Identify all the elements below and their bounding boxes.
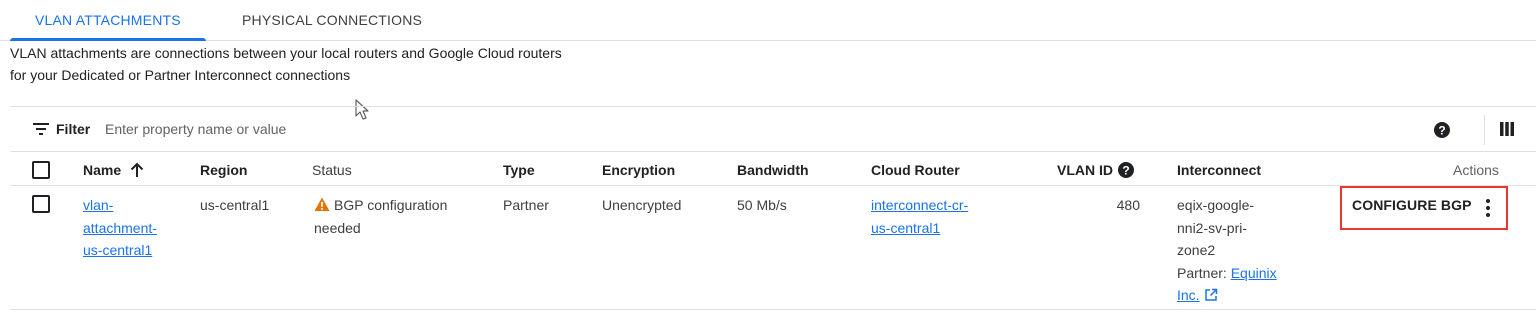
arrow-up-icon[interactable]: [129, 162, 145, 178]
cloud-router-part[interactable]: interconnect-cr-: [871, 197, 968, 213]
help-circle-icon[interactable]: ?: [1117, 161, 1135, 179]
external-link-icon[interactable]: [1204, 288, 1218, 302]
table-row: vlan- attachment- us-central1 us-central…: [10, 186, 1536, 310]
column-header-vlan-id[interactable]: VLAN ID: [1057, 162, 1113, 178]
cloud-router-part[interactable]: us-central1: [871, 220, 940, 236]
interconnect-text: nni2-sv-pri-: [1177, 219, 1248, 236]
partner-link[interactable]: Equinix: [1231, 265, 1277, 281]
description-line-1: VLAN attachments are connections between…: [10, 45, 562, 61]
column-header-region[interactable]: Region: [200, 162, 247, 178]
table-header: Name Region Status Type Encryption Bandw…: [10, 153, 1536, 186]
column-header-bandwidth[interactable]: Bandwidth: [737, 162, 809, 178]
partner-link[interactable]: Inc.: [1177, 287, 1200, 303]
bandwidth-value: 50 Mb/s: [737, 197, 787, 213]
column-header-encryption[interactable]: Encryption: [602, 162, 675, 178]
row-select-checkbox[interactable]: [32, 195, 50, 213]
status-value: BGP configuration needed: [314, 194, 447, 239]
attachment-name-part[interactable]: attachment-: [83, 220, 157, 236]
configure-bgp-button[interactable]: CONFIGURE BGP: [1352, 197, 1472, 213]
status-text: BGP configuration: [334, 197, 448, 213]
status-text: needed: [314, 219, 361, 236]
type-value: Partner: [503, 197, 549, 213]
filter-list-icon[interactable]: [33, 122, 49, 136]
filter-toolbar: Filter ?: [10, 106, 1536, 152]
tab-bar: VLAN ATTACHMENTS PHYSICAL CONNECTIONS: [0, 0, 1536, 41]
actions-highlight-box: CONFIGURE BGP: [1340, 186, 1508, 230]
encryption-value: Unencrypted: [602, 197, 682, 213]
column-display-icon[interactable]: [1498, 120, 1516, 138]
filter-input[interactable]: [105, 118, 505, 140]
vlan-id-value: 480: [1116, 197, 1140, 213]
column-header-name[interactable]: Name: [83, 162, 121, 178]
region-value: us-central1: [200, 197, 270, 213]
column-header-interconnect[interactable]: Interconnect: [1177, 162, 1261, 178]
select-all-checkbox[interactable]: [32, 161, 50, 179]
active-tab-indicator: [10, 38, 206, 41]
attachment-name-part[interactable]: us-central1: [83, 242, 152, 258]
tab-physical-connections[interactable]: PHYSICAL CONNECTIONS: [242, 12, 422, 28]
column-header-cloud-router[interactable]: Cloud Router: [871, 162, 960, 178]
warning-icon: [314, 197, 330, 211]
cloud-router-link[interactable]: interconnect-cr- us-central1: [871, 194, 968, 239]
column-header-actions: Actions: [1453, 162, 1499, 178]
attachment-name-link[interactable]: vlan- attachment- us-central1: [83, 194, 157, 262]
tab-vlan-attachments[interactable]: VLAN ATTACHMENTS: [35, 12, 181, 28]
toolbar-divider: [1484, 115, 1485, 145]
interconnect-text: eqix-google-: [1177, 197, 1255, 213]
description-line-2: for your Dedicated or Partner Interconne…: [10, 67, 351, 83]
partner-label: Partner:: [1177, 264, 1231, 281]
column-header-type[interactable]: Type: [503, 162, 535, 178]
help-circle-icon[interactable]: ?: [1432, 120, 1452, 140]
interconnect-text: zone2: [1177, 242, 1216, 258]
svg-text:?: ?: [1122, 164, 1129, 178]
column-header-status[interactable]: Status: [312, 162, 352, 178]
filter-label: Filter: [56, 121, 91, 137]
interconnect-value: eqix-google- nni2-sv-pri- zone2 Partner:…: [1177, 194, 1277, 307]
more-vert-icon[interactable]: [1478, 196, 1498, 220]
attachment-name-part[interactable]: vlan-: [83, 197, 113, 213]
svg-text:?: ?: [1438, 124, 1445, 138]
